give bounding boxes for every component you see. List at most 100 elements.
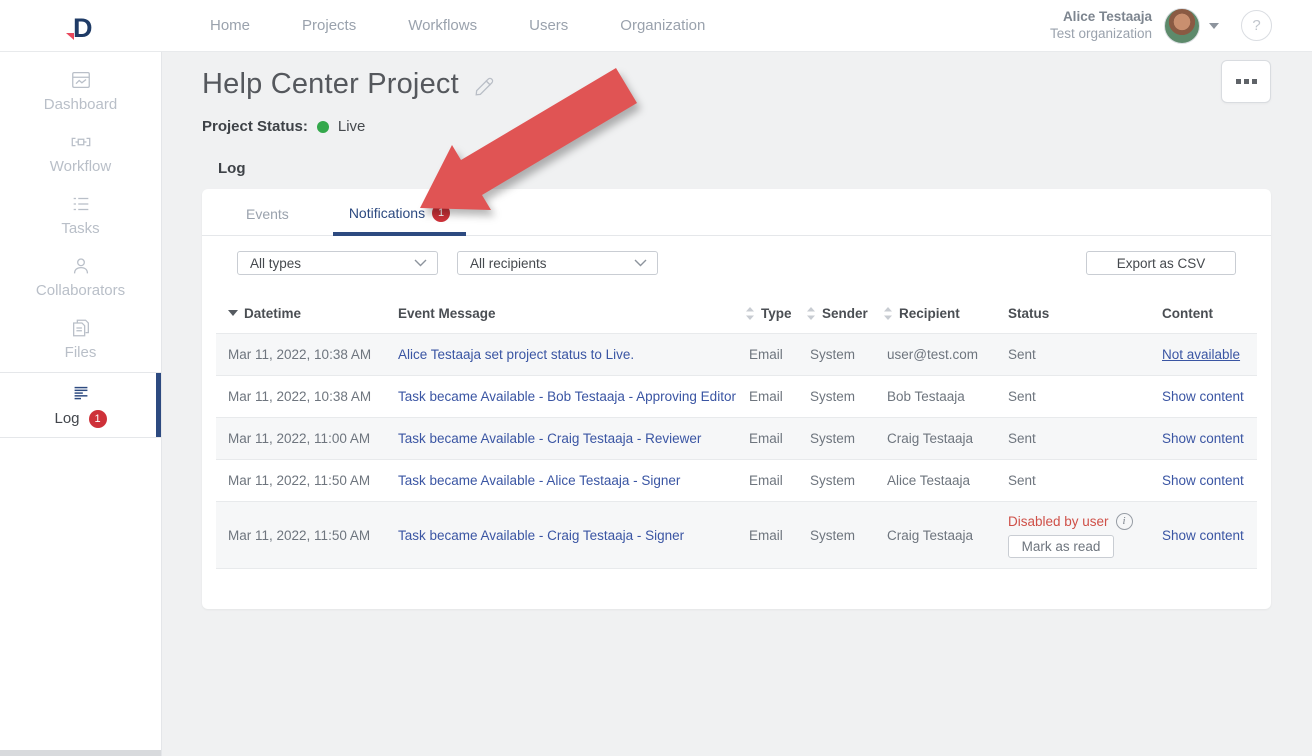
chevron-down-icon [634,259,647,267]
logo-icon: D [62,10,98,42]
table-row: Mar 11, 2022, 10:38 AM Alice Testaaja se… [216,333,1257,375]
recipient-filter-dropdown[interactable]: All recipients [457,251,658,275]
collaborators-icon [70,255,92,277]
cell-recipient: user@test.com [883,347,996,362]
status-disabled-label: Disabled by user [1008,514,1109,529]
mark-as-read-button[interactable]: Mark as read [1008,535,1114,558]
svg-text:D: D [73,13,93,42]
cell-recipient: Craig Testaaja [883,528,996,543]
cell-recipient: Alice Testaaja [883,473,996,488]
cell-status: Disabled by user i Mark as read [996,513,1146,558]
app-logo[interactable]: D [62,10,98,42]
filters-row: All types All recipients Export as CSV [237,251,1236,275]
files-icon [70,317,92,339]
nav-item-projects[interactable]: Projects [302,17,356,34]
page-title: Help Center Project [202,68,459,101]
cell-status: Sent [996,473,1146,488]
project-status-label: Project Status: [202,118,308,135]
project-sidebar: Dashboard Workflow Tasks [0,52,162,756]
column-header-datetime[interactable]: Datetime [216,306,398,321]
cell-status: Sent [996,431,1146,446]
user-name: Alice Testaaja [1050,9,1152,26]
horizontal-scrollbar[interactable] [0,750,161,756]
tab-events-label: Events [246,206,289,222]
column-header-type[interactable]: Type [745,306,806,321]
sort-desc-icon [228,310,238,316]
column-header-sender[interactable]: Sender [806,306,883,321]
tab-notifications[interactable]: Notifications 1 [333,204,466,235]
tasks-icon [70,193,92,215]
sidebar-item-workflow[interactable]: Workflow [0,122,161,184]
notifications-badge: 1 [432,204,450,222]
nav-item-workflows[interactable]: Workflows [408,17,477,34]
log-unread-badge: 1 [89,410,107,428]
sort-icon [745,307,755,320]
project-actions-menu-button[interactable] [1221,60,1271,103]
chevron-down-icon[interactable] [1209,23,1219,29]
nav-item-home[interactable]: Home [210,17,250,34]
nav-item-users[interactable]: Users [529,17,568,34]
sidebar-item-label: Log [54,410,79,427]
table-row: Mar 11, 2022, 10:38 AM Task became Avail… [216,375,1257,417]
column-header-content: Content [1146,306,1257,321]
table-row: Mar 11, 2022, 11:50 AM Task became Avail… [216,501,1257,569]
recipient-filter-value: All recipients [470,256,547,271]
user-organization: Test organization [1050,26,1152,43]
event-message-link[interactable]: Task became Available - Bob Testaaja - A… [398,389,736,404]
workflow-icon [70,131,92,153]
tab-notifications-label: Notifications [349,205,425,221]
table-header-row: Datetime Event Message Type [216,293,1257,333]
info-icon[interactable]: i [1116,513,1133,530]
sidebar-item-label: Workflow [50,158,111,175]
content-not-available-link[interactable]: Not available [1162,347,1240,362]
sidebar-item-label: Files [65,344,97,361]
cell-recipient: Craig Testaaja [883,431,996,446]
user-menu[interactable]: Alice Testaaja Test organization ? [1050,8,1272,44]
primary-nav: Home Projects Workflows Users Organizati… [210,17,705,34]
sort-icon [806,307,816,320]
sidebar-item-collaborators[interactable]: Collaborators [0,246,161,308]
event-message-link[interactable]: Task became Available - Craig Testaaja -… [398,528,684,543]
cell-type: Email [745,389,806,404]
sort-icon [883,307,893,320]
cell-type: Email [745,347,806,362]
edit-title-icon[interactable] [473,76,495,98]
event-message-link[interactable]: Task became Available - Alice Testaaja -… [398,473,680,488]
sidebar-item-files[interactable]: Files [0,308,161,370]
sidebar-item-dashboard[interactable]: Dashboard [0,60,161,122]
show-content-link[interactable]: Show content [1162,473,1244,488]
sidebar-item-tasks[interactable]: Tasks [0,184,161,246]
notifications-table: Datetime Event Message Type [216,293,1257,569]
cell-sender: System [806,528,883,543]
type-filter-value: All types [250,256,301,271]
help-button[interactable]: ? [1241,10,1272,41]
cell-type: Email [745,528,806,543]
tab-events[interactable]: Events [230,206,305,235]
nav-item-organization[interactable]: Organization [620,17,705,34]
column-header-recipient[interactable]: Recipient [883,306,996,321]
event-message-link[interactable]: Task became Available - Craig Testaaja -… [398,431,701,446]
cell-sender: System [806,347,883,362]
log-icon [70,383,92,405]
cell-sender: System [806,431,883,446]
cell-datetime: Mar 11, 2022, 11:50 AM [216,473,398,488]
type-filter-dropdown[interactable]: All types [237,251,438,275]
main-content: Help Center Project Project Status: Live… [162,52,1312,756]
log-card: Events Notifications 1 All types [202,189,1271,609]
sidebar-item-label: Collaborators [36,282,125,299]
cell-sender: System [806,473,883,488]
user-avatar[interactable] [1164,8,1200,44]
sidebar-item-log[interactable]: Log 1 [0,372,161,438]
cell-datetime: Mar 11, 2022, 10:38 AM [216,347,398,362]
event-message-link[interactable]: Alice Testaaja set project status to Liv… [398,347,634,362]
export-csv-button[interactable]: Export as CSV [1086,251,1236,275]
show-content-link[interactable]: Show content [1162,389,1244,404]
cell-type: Email [745,473,806,488]
show-content-link[interactable]: Show content [1162,431,1244,446]
dashboard-icon [70,69,92,91]
show-content-link[interactable]: Show content [1162,528,1244,543]
sidebar-item-label: Dashboard [44,96,117,113]
column-header-status: Status [996,306,1146,321]
cell-recipient: Bob Testaaja [883,389,996,404]
status-live-dot [317,121,329,133]
